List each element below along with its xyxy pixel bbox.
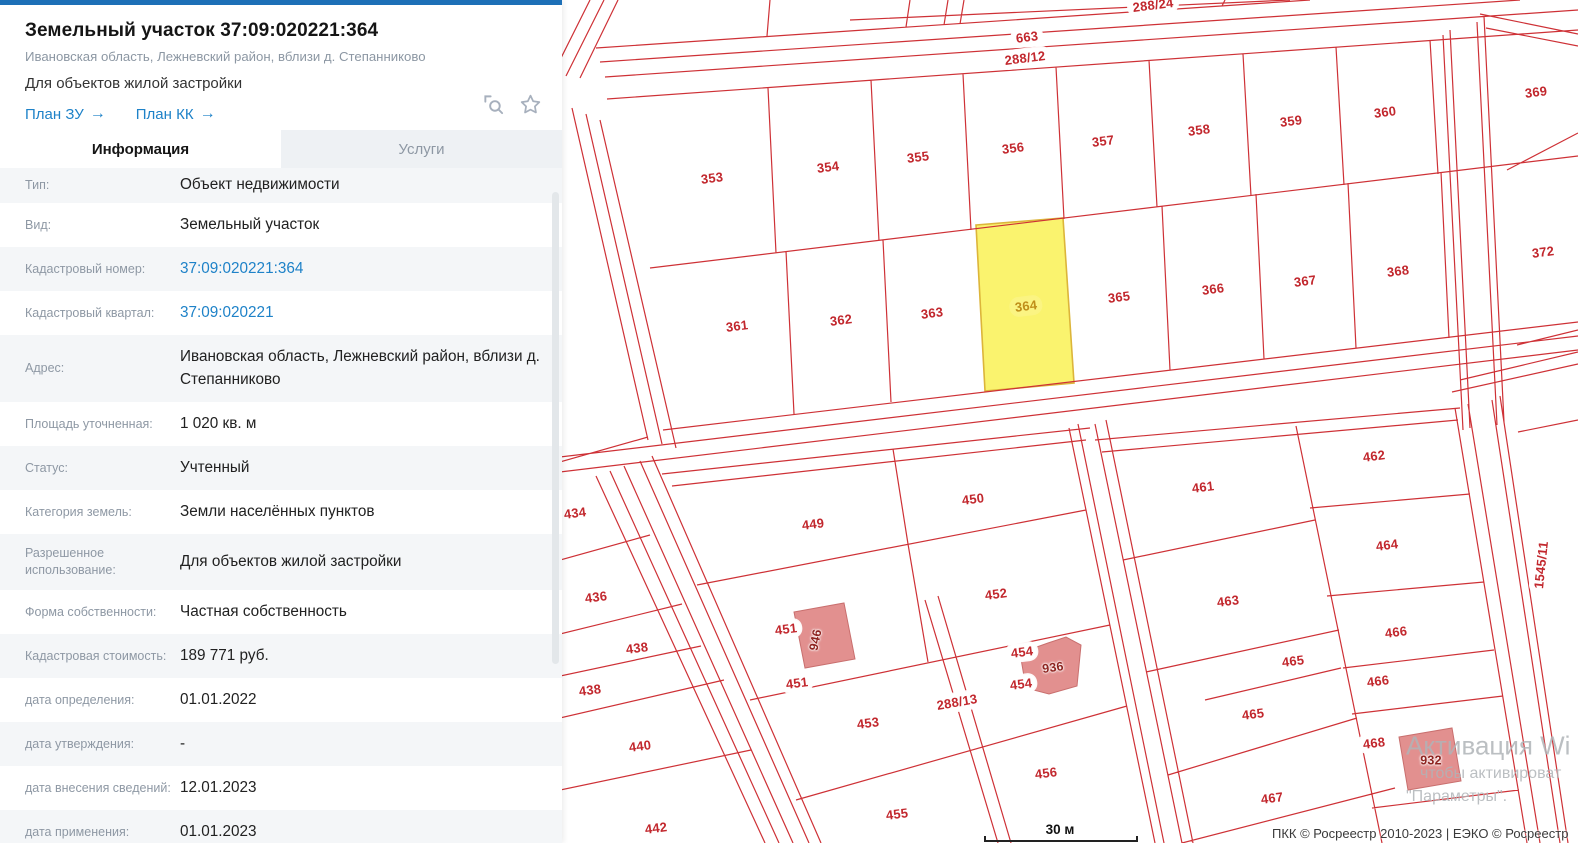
row-value[interactable]: 37:09:020221:364 bbox=[180, 258, 562, 281]
panel-scrollbar[interactable] bbox=[552, 192, 559, 664]
row-value: 01.01.2022 bbox=[180, 690, 257, 708]
row-value: 1 020 кв. м bbox=[180, 414, 257, 432]
info-row-area: Площадь уточненная: 1 020 кв. м bbox=[0, 402, 562, 446]
info-row-status: Статус: Учтенный bbox=[0, 446, 562, 490]
info-row-approval-date: дата утверждения: - bbox=[0, 722, 562, 766]
star-favorite-icon[interactable] bbox=[519, 93, 542, 116]
row-value: Ивановская область, Лежневский район, вб… bbox=[180, 347, 540, 388]
pkk-rosreestr-app: Земельный участок 37:09:020221:364 Ивано… bbox=[0, 0, 1578, 843]
watermark-line-2: чтобы активироват bbox=[1420, 765, 1562, 782]
area-search-icon[interactable] bbox=[482, 93, 505, 116]
map-attribution: ПКК © Росреестр 2010-2023 | ЕЭКО © Росре… bbox=[1272, 826, 1569, 841]
row-value: Земельный участок bbox=[180, 215, 320, 233]
row-value: Частная собственность bbox=[180, 602, 347, 620]
row-value: 01.01.2023 bbox=[180, 822, 257, 840]
row-label: дата внесения сведений: bbox=[25, 780, 171, 795]
parcel-info-panel: Земельный участок 37:09:020221:364 Ивано… bbox=[0, 0, 562, 843]
scale-label: 30 м bbox=[1045, 822, 1075, 837]
row-label: Адрес: bbox=[25, 361, 65, 376]
link-plan-kk[interactable]: План КК → bbox=[136, 105, 216, 123]
page-title: Земельный участок 37:09:020221:364 bbox=[25, 20, 379, 41]
row-value: - bbox=[180, 734, 186, 752]
info-row-entry-date: дата внесения сведений: 12.01.2023 bbox=[0, 766, 562, 810]
plan-links: План ЗУ → План КК → bbox=[25, 105, 537, 123]
arrow-right-icon: → bbox=[89, 105, 106, 122]
cadastral-parcels-layer bbox=[562, 0, 1578, 843]
row-label: дата применения: bbox=[25, 824, 130, 839]
map-canvas[interactable]: 288/24 663 288/12 353 354 355 356 357 358 359 360 3… bbox=[562, 0, 1578, 843]
header-icons bbox=[482, 93, 542, 116]
row-label: дата определения: bbox=[25, 692, 135, 707]
info-row-land-category: Категория земель: Земли населённых пункто… bbox=[0, 490, 562, 534]
arrow-right-icon: → bbox=[199, 105, 216, 122]
row-label: Кадастровая стоимость: bbox=[25, 648, 167, 663]
row-label: Категория земель: bbox=[25, 504, 132, 519]
info-row-permitted-use: Разрешенное использование: Для объектов ж… bbox=[0, 534, 562, 590]
parcel-usage-text: Для объектов жилой застройки bbox=[25, 75, 243, 92]
tab-services[interactable]: Услуги bbox=[281, 130, 562, 168]
row-value: Учтенный bbox=[180, 458, 250, 476]
row-label: Кадастровый квартал: bbox=[25, 305, 155, 320]
row-label: Тип: bbox=[25, 178, 50, 193]
info-row-ownership: Форма собственности: Частная собственност… bbox=[0, 590, 562, 634]
info-row-type: Тип: Объект недвижимости bbox=[0, 168, 562, 203]
row-label: Площадь уточненная: bbox=[25, 416, 153, 431]
info-row-application-date: дата применения: 01.01.2023 bbox=[0, 810, 562, 843]
info-row-address: Адрес: Ивановская область, Лежневский рай… bbox=[0, 335, 562, 402]
row-label: Форма собственности: bbox=[25, 604, 157, 619]
parcel-attributes-table: Тип: Объект недвижимости Вид: Земельный уча… bbox=[0, 168, 562, 843]
row-value: 12.01.2023 bbox=[180, 778, 257, 796]
row-label: Разрешенное использование: bbox=[25, 546, 116, 577]
row-label: Кадастровый номер: bbox=[25, 261, 146, 276]
parcel-address-subtitle: Ивановская область, Лежневский район, вб… bbox=[25, 49, 426, 64]
watermark-line-1: Активация Wi bbox=[1406, 730, 1571, 761]
parcel-header: Земельный участок 37:09:020221:364 Ивано… bbox=[0, 5, 562, 130]
row-label: Статус: bbox=[25, 460, 68, 475]
panel-tabs: Информация Услуги bbox=[0, 130, 562, 168]
info-row-cadastral-value: Кадастровая стоимость: 189 771 руб. bbox=[0, 634, 562, 678]
row-label: дата утверждения: bbox=[25, 736, 135, 751]
tab-info[interactable]: Информация bbox=[0, 130, 281, 168]
watermark-line-3: "Параметры". bbox=[1406, 788, 1508, 805]
row-label: Вид: bbox=[25, 217, 52, 232]
info-row-cadastral-number: Кадастровый номер: 37:09:020221:364 bbox=[0, 247, 562, 291]
buildings-layer bbox=[793, 602, 1462, 791]
row-value: Для объектов жилой застройки bbox=[180, 552, 402, 570]
link-label: План КК bbox=[135, 105, 194, 123]
info-row-cadastral-quarter: Кадастровый квартал: 37:09:020221 bbox=[0, 291, 562, 335]
row-value: 189 771 руб. bbox=[180, 646, 269, 664]
link-plan-zu[interactable]: План ЗУ → bbox=[25, 105, 106, 123]
info-row-kind: Вид: Земельный участок bbox=[0, 203, 562, 247]
row-value[interactable]: 37:09:020221 bbox=[180, 302, 562, 325]
link-label: План ЗУ bbox=[25, 105, 84, 123]
info-row-determination-date: дата определения: 01.01.2022 bbox=[0, 678, 562, 722]
parcel-boundaries bbox=[562, 0, 1578, 843]
row-value: Земли населённых пунктов bbox=[180, 502, 375, 520]
row-value: Объект недвижимости bbox=[180, 176, 340, 194]
